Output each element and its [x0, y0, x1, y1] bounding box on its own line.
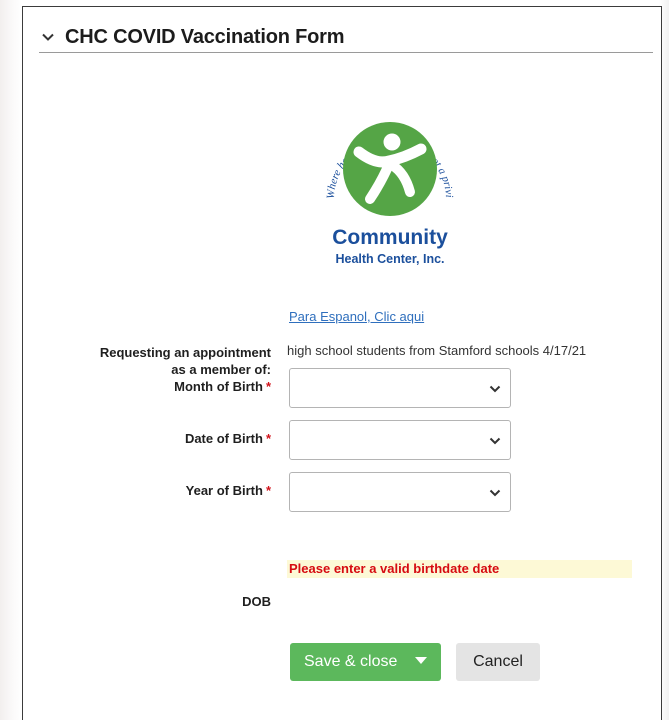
espanol-link[interactable]: Para Espanol, Clic aqui [289, 309, 424, 324]
required-marker: * [265, 483, 271, 498]
membership-label-line1: Requesting an appointment [99, 345, 271, 360]
cancel-button[interactable]: Cancel [456, 643, 540, 681]
dob-label: DOB [242, 594, 271, 609]
form-panel: CHC COVID Vaccination Form Where health … [22, 6, 662, 720]
month-of-birth-label: Month of Birth * [77, 378, 271, 395]
chevron-down-icon[interactable] [41, 30, 55, 44]
chevron-down-icon [489, 437, 501, 445]
membership-value: high school students from Stamford schoo… [287, 343, 587, 358]
year-of-birth-label-text: Year of Birth [185, 483, 263, 498]
save-and-close-button[interactable]: Save & close [290, 643, 441, 681]
community-health-center-logo: Where health care is a right, not a priv… [310, 89, 455, 266]
year-of-birth-select[interactable] [289, 472, 511, 512]
date-of-birth-label-text: Date of Birth [184, 431, 263, 446]
required-marker: * [265, 379, 271, 394]
logo-name-line2: Health Center, Inc. [335, 252, 444, 266]
month-of-birth-label-text: Month of Birth [174, 379, 263, 394]
caret-down-icon[interactable] [415, 657, 427, 665]
background-left-edge [0, 0, 22, 720]
chevron-down-icon [489, 385, 501, 393]
logo-name-line1: Community [332, 226, 448, 249]
chevron-down-icon [489, 489, 501, 497]
date-of-birth-select[interactable] [289, 420, 511, 460]
form-header[interactable]: CHC COVID Vaccination Form [39, 22, 653, 53]
required-marker: * [265, 431, 271, 446]
birthdate-error-message: Please enter a valid birthdate date [287, 560, 632, 578]
month-of-birth-select[interactable] [289, 368, 511, 408]
year-of-birth-label: Year of Birth * [77, 482, 271, 499]
form-title: CHC COVID Vaccination Form [65, 25, 345, 48]
save-and-close-label: Save & close [304, 653, 398, 670]
membership-label-line2: as a member of: [171, 362, 271, 377]
date-of-birth-label: Date of Birth * [77, 430, 271, 447]
membership-label: Requesting an appointment as a member of… [77, 344, 271, 378]
